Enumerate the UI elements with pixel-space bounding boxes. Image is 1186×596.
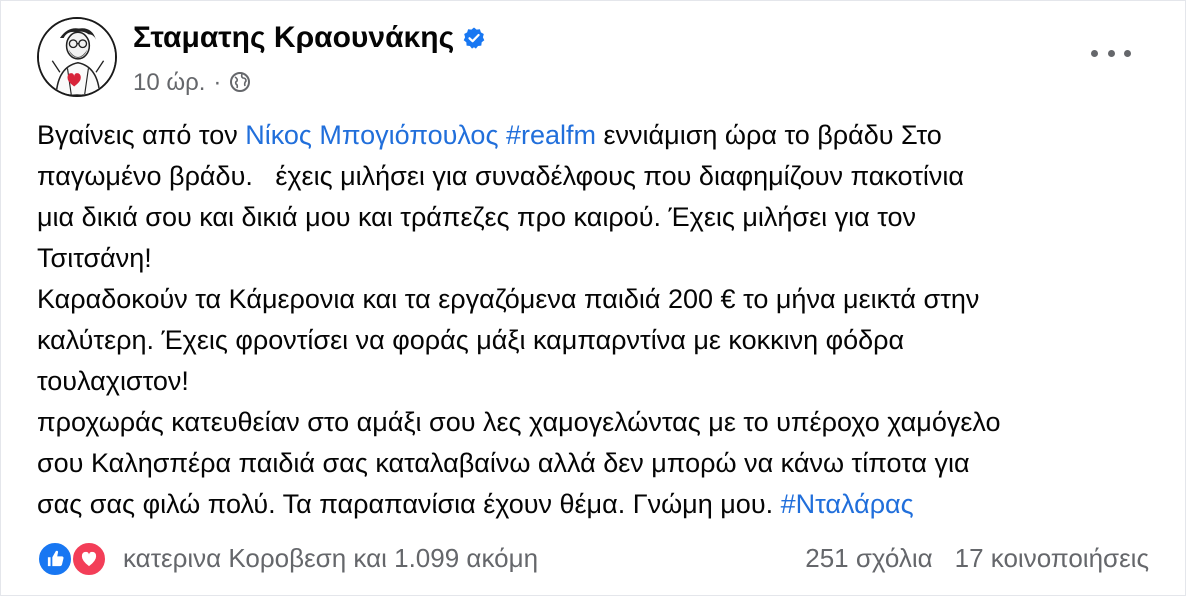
- post-line: προχωράς κατευθείαν στο αμάξι σου λες χα…: [37, 407, 1001, 437]
- like-icon: [37, 541, 73, 577]
- more-dot: [1107, 49, 1115, 57]
- comments-count[interactable]: 251 σχόλια: [805, 543, 932, 573]
- post-line: τουλαχιστον!: [37, 366, 189, 396]
- post-line: Βγαίνεις από τον Νίκος Μπογιόπουλος #rea…: [37, 115, 1157, 156]
- post-line: μια δικιά σου και δικιά μου και τράπεζες…: [37, 202, 917, 232]
- more-options-icon[interactable]: [1091, 41, 1131, 65]
- author-name-text[interactable]: Σταματης Κραουνάκης: [133, 21, 454, 54]
- author-avatar[interactable]: [37, 17, 117, 97]
- post-text: σας σας φιλώ πολύ. Τα παραπανίσια έχουν …: [37, 489, 781, 519]
- post-line: παγωμένο βράδυ. έχεις μιλήσει για συναδέ…: [37, 161, 964, 191]
- hashtag-link-realfm[interactable]: #realfm: [506, 120, 596, 150]
- engagement-counts: 251 σχόλια 17 κοινοποιήσεις: [805, 543, 1149, 574]
- verified-badge-icon: [462, 24, 486, 49]
- post-meta: 10 ώρ. ·: [133, 69, 251, 97]
- mention-link[interactable]: Νίκος Μπογιόπουλος: [245, 120, 498, 150]
- post-line: καλύτερη. Έχεις φροντίσει να φοράς μάξι …: [37, 325, 905, 355]
- reactors-text[interactable]: κατερινα Κοροβεση και 1.099 ακόμη: [123, 543, 538, 574]
- post-line: Καραδοκούν τα Κάμερονια και τα εργαζόμεν…: [37, 284, 980, 314]
- reaction-summary[interactable]: [37, 541, 111, 577]
- more-dot: [1091, 49, 1098, 57]
- post-text: [498, 120, 506, 150]
- post-line: σου Καλησπέρα παιδιά σας καταλαβαίνω αλλ…: [37, 448, 970, 478]
- more-dot: [1124, 49, 1131, 57]
- author-name[interactable]: Σταματης Κραουνάκης: [133, 21, 486, 55]
- facebook-post: Σταματης Κραουνάκης 10 ώρ. · Βγαίνεις από…: [0, 0, 1186, 596]
- meta-separator: ·: [213, 69, 222, 96]
- post-footer: κατερινα Κοροβεση και 1.099 ακόμη 251 σχ…: [37, 537, 1149, 581]
- shares-count[interactable]: 17 κοινοποιήσεις: [955, 543, 1149, 573]
- post-text: εννιάμιση ώρα το βράδυ Στο: [596, 120, 942, 150]
- post-line: Τσιτσάνη!: [37, 243, 152, 273]
- love-icon: [71, 541, 107, 577]
- post-header: Σταματης Κραουνάκης 10 ώρ. ·: [37, 17, 1145, 107]
- post-line: σας σας φιλώ πολύ. Τα παραπανίσια έχουν …: [37, 484, 1157, 525]
- globe-icon[interactable]: [229, 71, 251, 93]
- hashtag-link-ntalaras[interactable]: #Νταλάρας: [781, 489, 914, 519]
- post-timestamp[interactable]: 10 ώρ.: [133, 69, 205, 96]
- avatar-illustration: [39, 19, 115, 95]
- post-body: Βγαίνεις από τον Νίκος Μπογιόπουλος #rea…: [37, 115, 1157, 525]
- post-text: Βγαίνεις από τον: [37, 120, 246, 150]
